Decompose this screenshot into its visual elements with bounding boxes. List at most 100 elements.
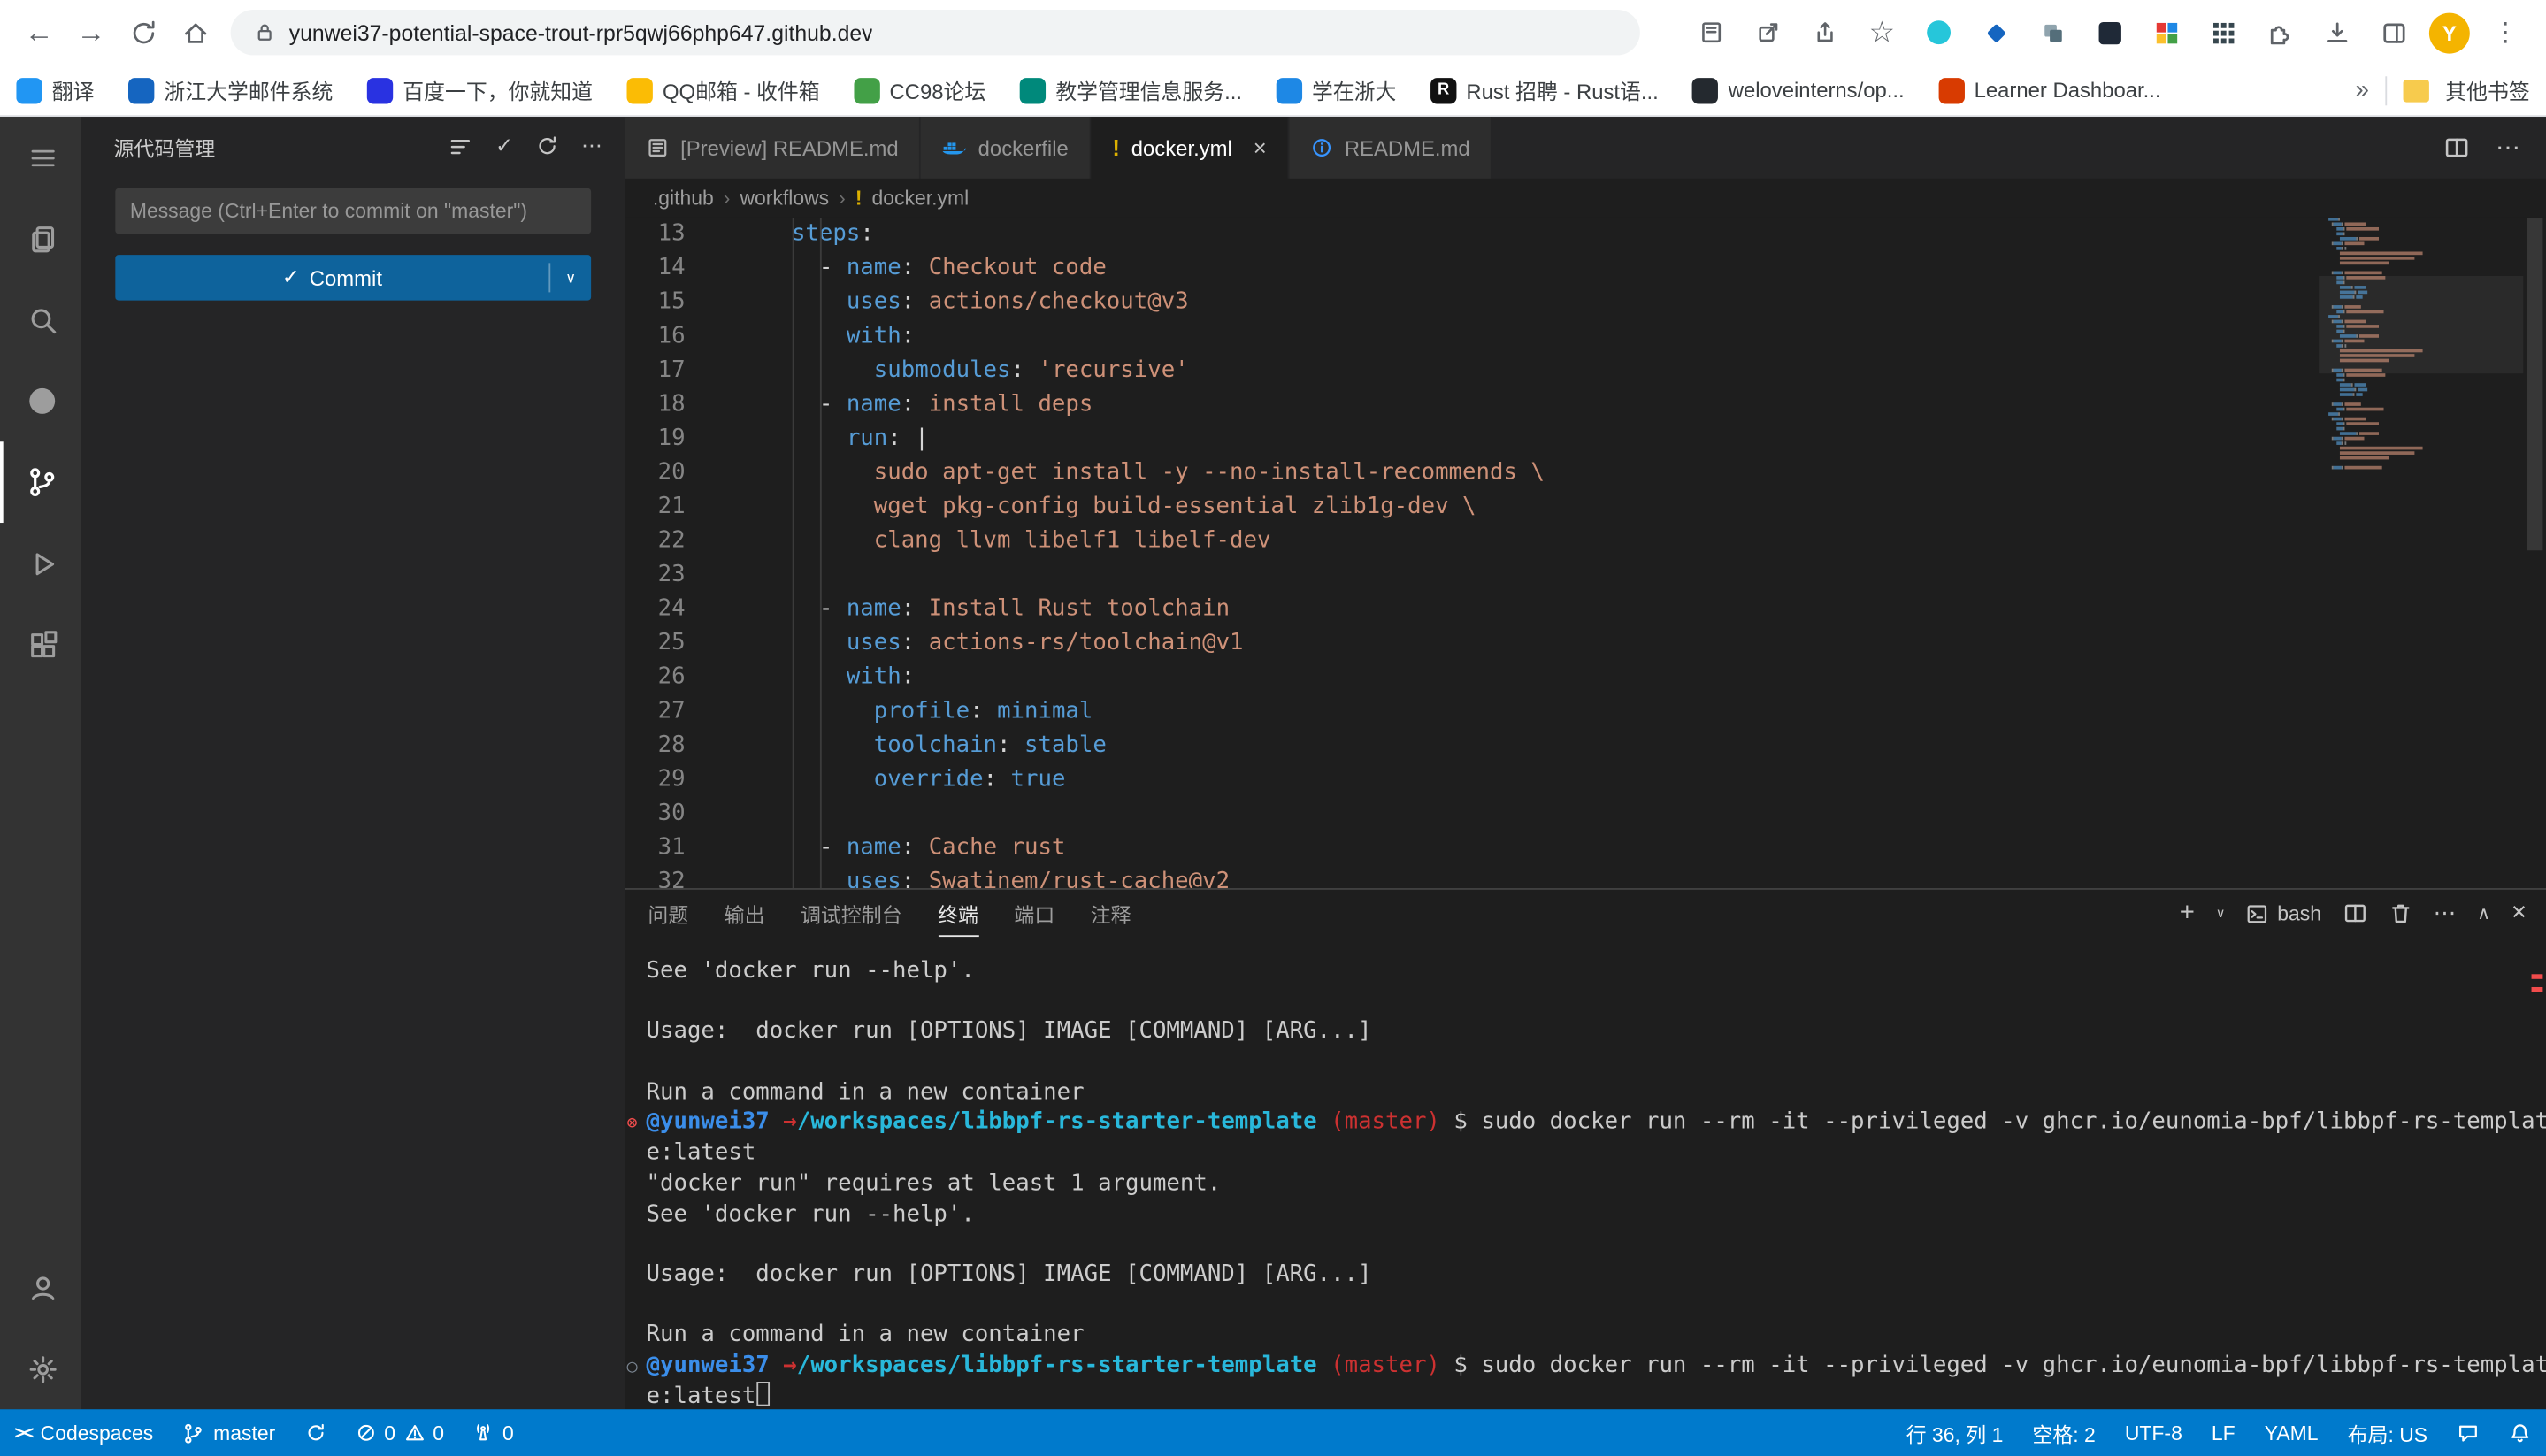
explorer-icon[interactable] (0, 198, 81, 280)
bookmark-item[interactable]: 百度一下，你就知道 (367, 74, 593, 105)
code-editor[interactable]: 13 steps:14 - name: Checkout code15 uses… (625, 218, 2546, 888)
address-bar[interactable]: yunwei37-potential-space-trout-rpr5qwj66… (231, 10, 1640, 55)
cursor-position[interactable]: 行 36, 列 1 (1891, 1409, 2018, 1456)
extension-lt-icon[interactable] (2088, 11, 2130, 54)
remote-indicator[interactable]: >< Codespaces (0, 1409, 168, 1456)
search-icon[interactable] (0, 280, 81, 361)
minimap-token (2339, 295, 2352, 299)
terminal-token: /workspaces/libbpf-rs-starter-template (797, 1109, 1317, 1135)
panel-tab[interactable]: 问题 (648, 890, 688, 937)
minimap-space (2319, 222, 2332, 226)
maximize-panel-icon[interactable]: ∧ (2477, 903, 2490, 924)
encoding-indicator[interactable]: UTF-8 (2110, 1409, 2197, 1456)
extensions-icon[interactable] (0, 604, 81, 686)
other-bookmarks-label[interactable]: 其他书签 (2445, 74, 2529, 105)
more-actions-icon[interactable]: ⋯ (2434, 900, 2457, 927)
split-editor-icon[interactable] (2443, 134, 2469, 160)
panel-tab[interactable]: 终端 (938, 890, 978, 937)
tab-readme-md[interactable]: README.md (1289, 117, 1492, 179)
problems-indicator[interactable]: 0 0 (341, 1409, 459, 1456)
minimap[interactable] (2319, 218, 2523, 888)
commit-check-icon[interactable]: ✓ (495, 134, 513, 159)
account-icon[interactable] (0, 1247, 81, 1329)
terminal-profile-dropdown-icon[interactable]: ∨ (2216, 906, 2226, 921)
minimap-token (2339, 447, 2422, 450)
panel-tab[interactable]: 端口 (1014, 890, 1054, 937)
breadcrumb[interactable]: .github›workflows›!docker.yml (625, 179, 2546, 218)
extension-dots-icon[interactable] (2202, 11, 2244, 54)
minimap-token (2344, 418, 2366, 421)
scm-sidebar: 源代码管理 ✓ ⋯ ✓ Commit (81, 117, 625, 1409)
eol-indicator[interactable]: LF (2197, 1409, 2250, 1456)
reading-list-icon[interactable] (1691, 11, 1733, 54)
breadcrumb-item[interactable]: workflows (740, 187, 829, 210)
bookmark-star-icon[interactable]: ☆ (1860, 11, 1903, 54)
panel-tab-strip: 问题输出调试控制台终端端口注释 (648, 890, 1131, 937)
close-panel-icon[interactable]: × (2511, 899, 2527, 928)
application-menu-icon[interactable] (0, 117, 81, 198)
editor-scrollbar[interactable] (2523, 218, 2546, 888)
sync-button[interactable] (290, 1409, 341, 1456)
bookmark-item[interactable]: CC98论坛 (854, 74, 985, 105)
breadcrumb-item[interactable]: docker.yml (872, 187, 970, 210)
panel-tab[interactable]: 注释 (1091, 890, 1131, 937)
terminal-token: /workspaces/libbpf-rs-starter-template (797, 1353, 1317, 1378)
refresh-icon[interactable] (536, 134, 559, 157)
settings-gear-icon[interactable] (0, 1328, 81, 1409)
terminal-instance[interactable]: bash (2246, 902, 2321, 925)
extension-diamond-icon[interactable] (1975, 11, 2017, 54)
scrollbar-thumb[interactable] (2527, 218, 2542, 550)
downloads-icon[interactable] (2315, 11, 2358, 54)
code-token: : (901, 289, 915, 315)
home-icon[interactable] (169, 6, 221, 58)
tab-dockerfile[interactable]: dockerfile (921, 117, 1091, 179)
feedback-icon[interactable] (2442, 1409, 2495, 1456)
language-mode[interactable]: YAML (2250, 1409, 2333, 1456)
view-as-list-icon[interactable] (449, 134, 473, 158)
extensions-puzzle-icon[interactable] (2258, 11, 2301, 54)
extension-teal-icon[interactable] (1918, 11, 1960, 54)
branch-indicator[interactable]: master (168, 1409, 290, 1456)
tab--preview-readme-md[interactable]: [Preview] README.md (625, 117, 922, 179)
run-debug-icon[interactable] (0, 523, 81, 604)
panel-tab[interactable]: 调试控制台 (801, 890, 902, 937)
breadcrumb-item[interactable]: .github (653, 187, 714, 210)
bookmark-item[interactable]: 教学管理信息服务... (1020, 74, 1242, 105)
split-terminal-icon[interactable] (2343, 901, 2367, 926)
browser-menu-icon[interactable]: ⋮ (2484, 11, 2527, 54)
bookmark-item[interactable]: QQ邮箱 - 收件箱 (627, 74, 820, 105)
tab-docker-yml[interactable]: !docker.yml× (1091, 117, 1289, 179)
extension-grid-icon[interactable] (2145, 11, 2188, 54)
commit-dropdown-icon[interactable]: ∨ (550, 269, 591, 287)
bookmark-item[interactable]: Learner Dashboar... (1938, 77, 2160, 103)
bookmark-item[interactable]: 翻译 (16, 74, 94, 105)
reload-icon[interactable] (117, 6, 169, 58)
ports-indicator[interactable]: 0 (458, 1409, 528, 1456)
panel-tab[interactable]: 输出 (725, 890, 765, 937)
bookmarks-overflow-icon[interactable]: » (2356, 76, 2369, 103)
open-in-new-icon[interactable] (1747, 11, 1790, 54)
kill-terminal-icon[interactable] (2388, 901, 2412, 926)
source-control-icon[interactable] (0, 441, 81, 523)
bookmark-item[interactable]: weloveinterns/op... (1692, 77, 1904, 103)
extension-collections-icon[interactable] (2031, 11, 2074, 54)
profile-avatar[interactable]: Y (2429, 12, 2470, 53)
sidebar-toggle-icon[interactable] (2373, 11, 2415, 54)
close-icon[interactable]: × (1254, 134, 1267, 160)
more-actions-icon[interactable]: ⋯ (581, 134, 602, 159)
share-icon[interactable] (1804, 11, 1846, 54)
commit-button[interactable]: ✓ Commit ∨ (115, 255, 591, 300)
back-icon[interactable]: ← (13, 6, 65, 58)
forward-icon[interactable]: → (65, 6, 117, 58)
bookmark-item[interactable]: 学在浙大 (1277, 74, 1397, 105)
bookmark-item[interactable]: 浙江大学邮件系统 (128, 74, 333, 105)
keyboard-layout[interactable]: 布局: US (2333, 1409, 2442, 1456)
new-terminal-icon[interactable]: + (2180, 899, 2195, 928)
indentation-indicator[interactable]: 空格: 2 (2018, 1409, 2110, 1456)
more-actions-icon[interactable]: ⋯ (2496, 134, 2520, 163)
notifications-bell-icon[interactable] (2494, 1409, 2546, 1456)
terminal[interactable]: See 'docker run --help'.Usage: docker ru… (625, 937, 2546, 1409)
commit-message-input[interactable] (115, 188, 591, 234)
bookmark-item[interactable]: RRust 招聘 - Rust语... (1430, 74, 1659, 105)
github-icon[interactable] (0, 360, 81, 441)
